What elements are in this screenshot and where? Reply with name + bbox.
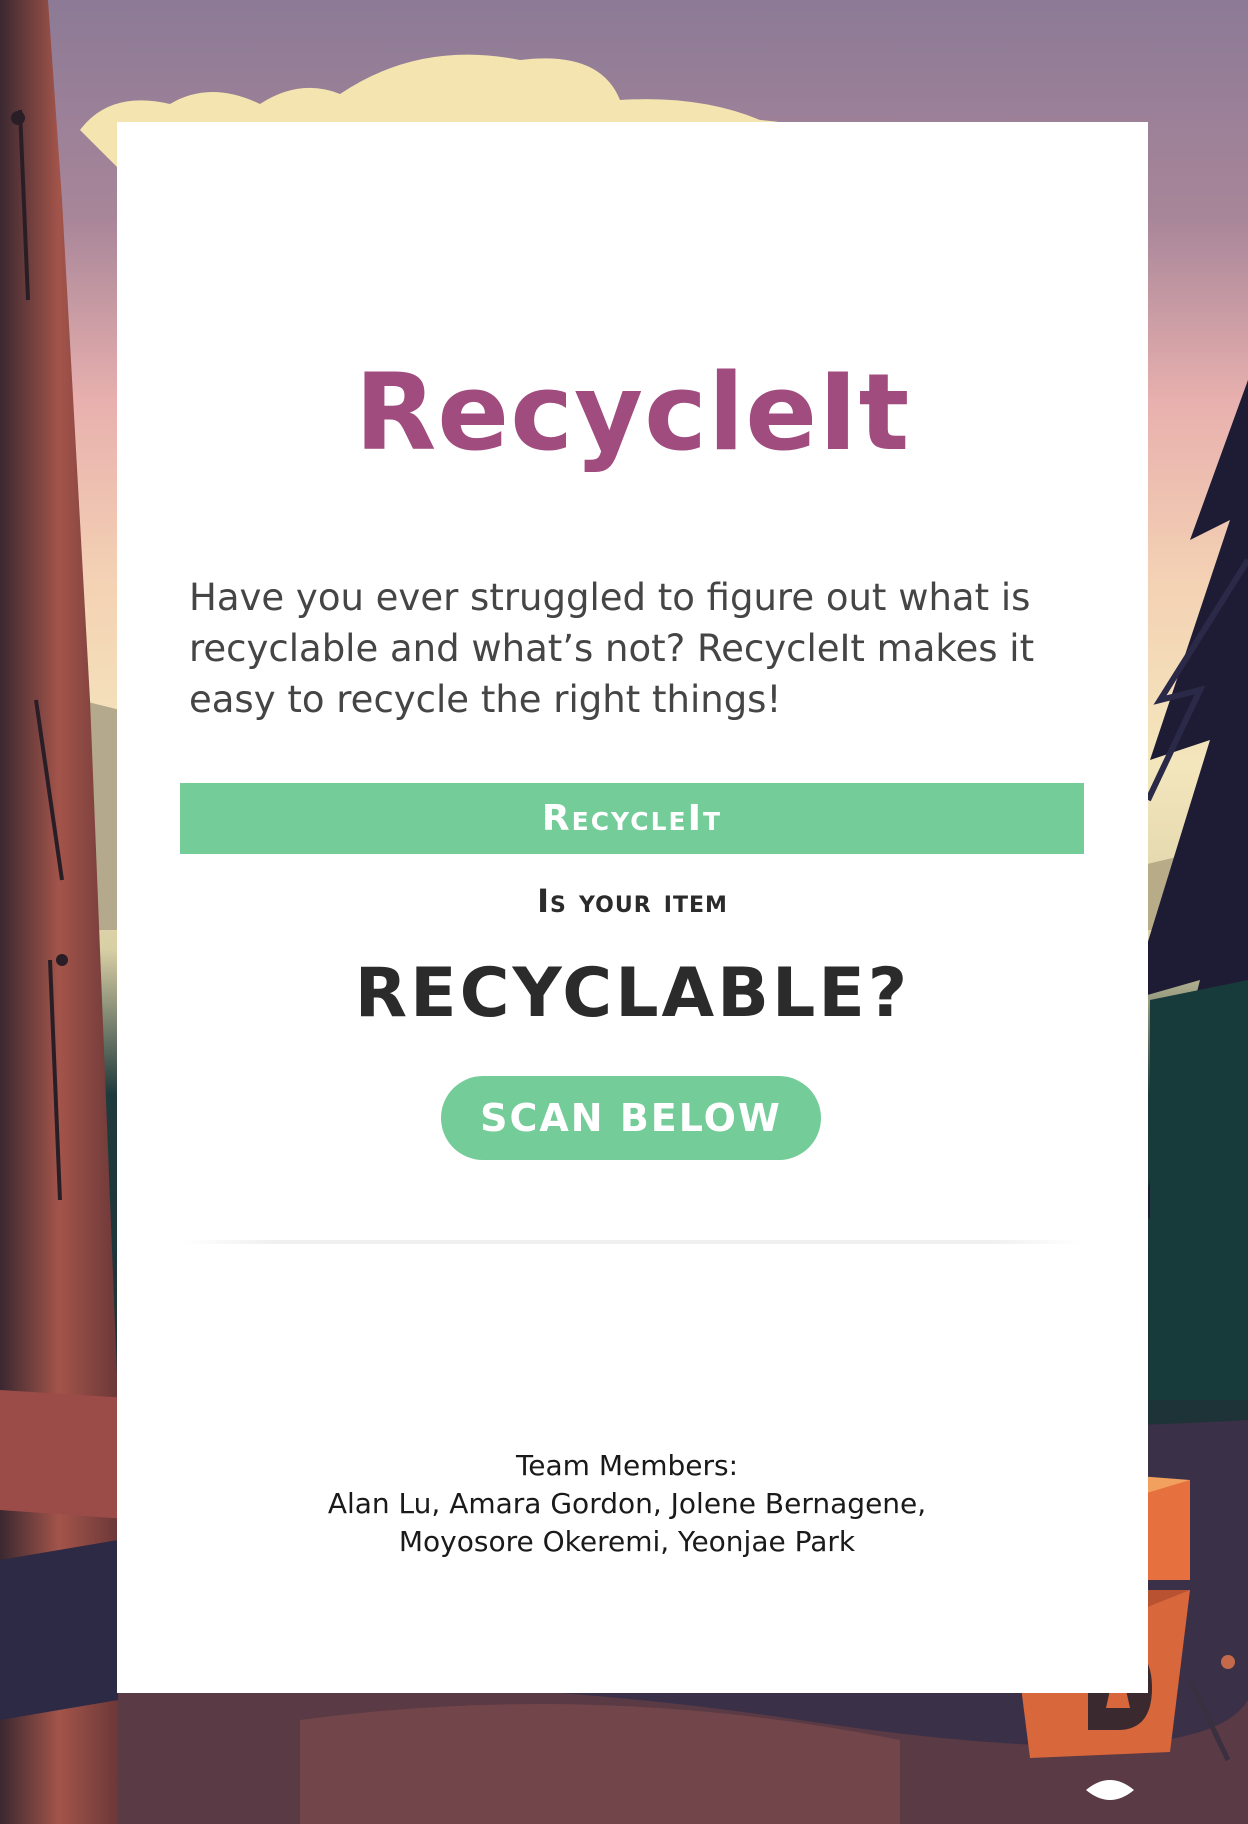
scan-below-button[interactable]: SCAN BELOW	[441, 1076, 821, 1160]
team-members: Team Members: Alan Lu, Amara Gordon, Jol…	[117, 1447, 1137, 1561]
section-divider	[182, 1240, 1082, 1244]
recyclable-headline: RECYCLABLE?	[354, 954, 911, 1033]
team-heading: Team Members:	[515, 1449, 739, 1482]
team-names-line-1: Alan Lu, Amara Gordon, Jolene Bernagene,	[327, 1487, 927, 1520]
app-banner: RecycleIt	[180, 783, 1084, 854]
intro-paragraph: Have you ever struggled to figure out wh…	[189, 576, 1035, 721]
question-text: Is your item	[537, 882, 728, 920]
content-card: RecycleIt Have you ever struggled to fig…	[117, 122, 1148, 1693]
banner-label: RecycleIt	[541, 798, 723, 839]
team-names-line-2: Moyosore Okeremi, Yeonjae Park	[398, 1525, 856, 1558]
page-title: RecycleIt	[354, 351, 911, 474]
